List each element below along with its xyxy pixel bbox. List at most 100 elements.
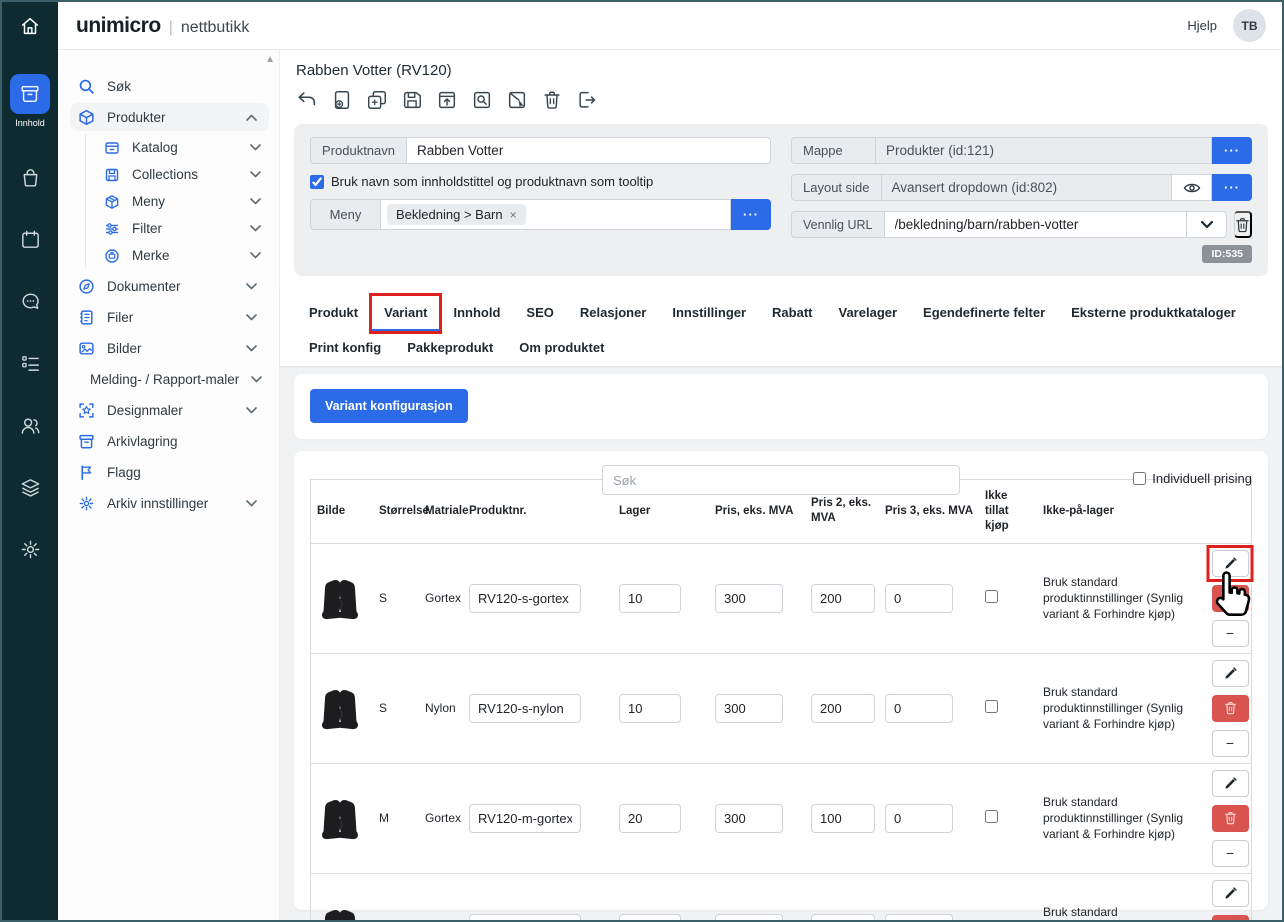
variant-search-input[interactable]: [602, 465, 960, 495]
tab-pakkeprodukt[interactable]: Pakkeprodukt: [394, 331, 506, 366]
tab-innstillinger[interactable]: Innstillinger: [659, 296, 759, 331]
home-button[interactable]: [2, 2, 58, 50]
tab-produkt[interactable]: Produkt: [296, 296, 371, 331]
sidebar-item-bilder[interactable]: Bilder: [70, 334, 269, 362]
individual-pricing-row: Individuell prising: [1133, 471, 1252, 486]
tab-egendefinerte-felter[interactable]: Egendefinerte felter: [910, 296, 1058, 331]
price2-input[interactable]: [811, 694, 875, 723]
sidebar-item-katalog[interactable]: Katalog: [100, 134, 269, 161]
price-input[interactable]: [715, 584, 783, 613]
export-icon: [576, 89, 598, 111]
rail-item-innhold[interactable]: Innhold: [10, 74, 50, 128]
tab-rabatt[interactable]: Rabatt: [759, 296, 825, 331]
menu-tag-remove[interactable]: ×: [510, 208, 517, 222]
disable-preview-button[interactable]: [506, 88, 528, 112]
sidebar-item-collections[interactable]: Collections: [100, 161, 269, 188]
layout-preview-button[interactable]: [1172, 174, 1212, 201]
tab-print-konfig[interactable]: Print konfig: [296, 331, 394, 366]
individual-pricing-checkbox[interactable]: [1133, 472, 1146, 485]
menu-more-button[interactable]: ···: [731, 199, 771, 230]
undo-button[interactable]: [296, 88, 318, 112]
sku-input[interactable]: [469, 914, 581, 922]
folder-more-button[interactable]: ···: [1212, 137, 1252, 164]
remove-variant-button[interactable]: −: [1212, 620, 1249, 647]
edit-variant-button[interactable]: [1212, 660, 1249, 687]
price3-input[interactable]: [885, 804, 953, 833]
rail-item-orders[interactable]: [19, 166, 42, 189]
delete-product-button[interactable]: [541, 88, 563, 112]
upload-button[interactable]: [436, 88, 458, 112]
remove-variant-button[interactable]: −: [1212, 840, 1249, 867]
duplicate-button[interactable]: [366, 88, 388, 112]
price2-input[interactable]: [811, 914, 875, 922]
tab-varelager[interactable]: Varelager: [826, 296, 911, 331]
price-input[interactable]: [715, 914, 783, 922]
add-document-button[interactable]: [331, 88, 353, 112]
edit-variant-button[interactable]: [1212, 770, 1249, 797]
preview-search-button[interactable]: [471, 88, 493, 112]
sidebar-item-produkter[interactable]: Produkter: [70, 103, 269, 131]
user-avatar[interactable]: TB: [1233, 9, 1266, 42]
stock-input[interactable]: [619, 694, 681, 723]
remove-variant-button[interactable]: −: [1212, 730, 1249, 757]
delete-variant-button[interactable]: [1212, 695, 1249, 722]
stock-input[interactable]: [619, 804, 681, 833]
sidebar-item-designmaler[interactable]: Designmaler: [70, 396, 269, 424]
stock-input[interactable]: [619, 584, 681, 613]
price2-input[interactable]: [811, 584, 875, 613]
sidebar-item-flagg[interactable]: Flagg: [70, 458, 269, 486]
export-button[interactable]: [576, 88, 598, 112]
sidebar-item-meny[interactable]: Meny: [100, 188, 269, 215]
rail-item-calendar[interactable]: [19, 228, 42, 251]
friendly-url-input[interactable]: [884, 211, 1188, 238]
menu-field[interactable]: Bekledning > Barn ×: [380, 199, 731, 230]
sku-input[interactable]: [469, 804, 581, 833]
variant-config-button[interactable]: Variant konfigurasjon: [310, 389, 468, 423]
tab-innhold[interactable]: Innhold: [440, 296, 513, 331]
rail-item-layers[interactable]: [19, 476, 42, 499]
price-input[interactable]: [715, 694, 783, 723]
delete-variant-button[interactable]: [1212, 915, 1249, 922]
price3-input[interactable]: [885, 584, 953, 613]
tab-relasjoner[interactable]: Relasjoner: [567, 296, 659, 331]
price3-input[interactable]: [885, 694, 953, 723]
save-button[interactable]: [401, 88, 423, 112]
sidebar-item-arkivlagring[interactable]: Arkivlagring: [70, 427, 269, 455]
price-input[interactable]: [715, 804, 783, 833]
sidebar-item-filter[interactable]: Filter: [100, 215, 269, 242]
friendly-url-dropdown-button[interactable]: [1187, 211, 1227, 238]
sidebar-item-arkiv-innstillinger[interactable]: Arkiv innstillinger: [70, 489, 269, 517]
stock-input[interactable]: [619, 914, 681, 922]
product-name-input[interactable]: [406, 137, 771, 164]
name-tooltip-checkbox[interactable]: [310, 175, 324, 189]
delete-variant-button[interactable]: [1212, 805, 1249, 832]
tab-seo[interactable]: SEO: [513, 296, 566, 331]
rail-item-lists[interactable]: [19, 352, 42, 375]
stock-settings-note: Bruk standard produktinnstillinger (Synl…: [1037, 790, 1209, 847]
sku-input[interactable]: [469, 584, 581, 613]
sidebar-scroll-up[interactable]: ▲: [265, 54, 275, 65]
layout-more-button[interactable]: ···: [1212, 174, 1252, 201]
rail-item-messages[interactable]: [19, 290, 42, 313]
sidebar-item-dokumenter[interactable]: Dokumenter: [70, 272, 269, 300]
edit-variant-button[interactable]: [1212, 550, 1249, 577]
friendly-url-delete-button[interactable]: [1234, 211, 1252, 238]
sku-input[interactable]: [469, 694, 581, 723]
help-link[interactable]: Hjelp: [1187, 18, 1217, 33]
price2-input[interactable]: [811, 804, 875, 833]
tab-variant[interactable]: Variant: [371, 296, 440, 331]
sidebar-item-merke[interactable]: Merke: [100, 242, 269, 269]
sidebar-item-melding-rapport-maler[interactable]: Melding- / Rapport-maler: [70, 365, 269, 393]
edit-variant-button[interactable]: [1212, 880, 1249, 907]
tab-om-produktet[interactable]: Om produktet: [506, 331, 617, 366]
rail-item-customers[interactable]: [19, 414, 42, 437]
delete-variant-button[interactable]: [1212, 585, 1249, 612]
disallow-purchase-checkbox[interactable]: [985, 700, 998, 713]
sidebar-item-filer[interactable]: Filer: [70, 303, 269, 331]
disallow-purchase-checkbox[interactable]: [985, 810, 998, 823]
sidebar-item-sok[interactable]: Søk: [70, 72, 269, 100]
rail-item-settings[interactable]: [19, 538, 42, 561]
tab-eksterne-produktkataloger[interactable]: Eksterne produktkataloger: [1058, 296, 1249, 331]
price3-input[interactable]: [885, 914, 953, 922]
disallow-purchase-checkbox[interactable]: [985, 590, 998, 603]
